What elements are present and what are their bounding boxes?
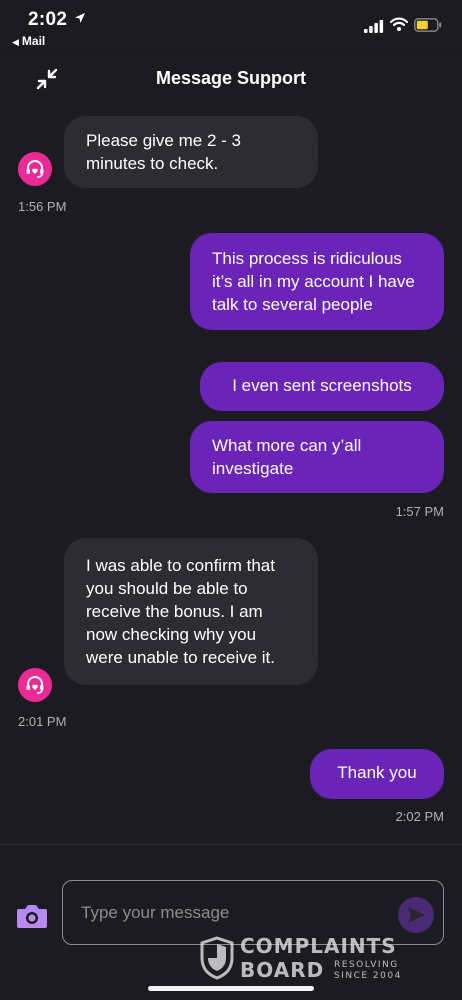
message-timestamp: 1:56 PM (18, 199, 67, 214)
back-triangle-icon: ◀ (12, 37, 19, 47)
chat-thread: Please give me 2 - 3 minutes to check. 1… (0, 104, 462, 844)
message-text: This process is ridiculous it’s all in m… (212, 249, 415, 314)
home-indicator[interactable] (148, 986, 314, 991)
status-bar: 2:02 ◀ Mail (0, 0, 462, 52)
watermark-tag2: SINCE 2004 (334, 971, 402, 981)
back-app-label: Mail (21, 34, 46, 48)
watermark-tag1: RESOLVING (334, 960, 399, 970)
message-timestamp: 2:02 PM (395, 809, 444, 824)
support-avatar (18, 152, 52, 186)
user-message: Thank you (310, 749, 444, 799)
watermark-line2: BOARD (240, 958, 325, 982)
battery-icon (414, 18, 442, 32)
chat-header: Message Support (0, 52, 462, 104)
message-timestamp: 1:57 PM (395, 504, 444, 519)
support-avatar (18, 668, 52, 702)
back-to-mail-link[interactable]: ◀ Mail (12, 34, 45, 48)
send-icon (408, 907, 425, 923)
message-text: I even sent screenshots (232, 376, 412, 395)
page-title: Message Support (155, 68, 307, 88)
agent-message: I was able to confirm that you should be… (64, 538, 318, 685)
message-text: I was able to confirm that you should be… (86, 556, 275, 667)
wifi-icon (390, 17, 408, 31)
user-message: This process is ridiculous it’s all in m… (190, 233, 444, 330)
user-message: I even sent screenshots (200, 362, 444, 411)
complaints-board-watermark: COMPLAINTS BOARD RESOLVING SINCE 2004 (200, 934, 420, 984)
shield-logo-icon (200, 936, 234, 980)
agent-message: Please give me 2 - 3 minutes to check. (64, 116, 318, 188)
signal-icon (364, 20, 384, 33)
user-message: What more can y’all investigate (190, 421, 444, 493)
status-time: 2:02 (28, 9, 68, 30)
support-agent-icon (26, 160, 44, 178)
message-text: What more can y’all investigate (212, 436, 362, 478)
camera-icon[interactable] (16, 901, 48, 929)
message-timestamp: 2:01 PM (18, 714, 67, 729)
message-text: Please give me 2 - 3 minutes to check. (86, 131, 241, 173)
support-agent-icon (26, 676, 44, 694)
message-text: Thank you (337, 763, 417, 782)
send-button[interactable] (398, 897, 434, 933)
watermark-line1: COMPLAINTS (240, 934, 397, 958)
location-arrow-icon (75, 13, 85, 23)
